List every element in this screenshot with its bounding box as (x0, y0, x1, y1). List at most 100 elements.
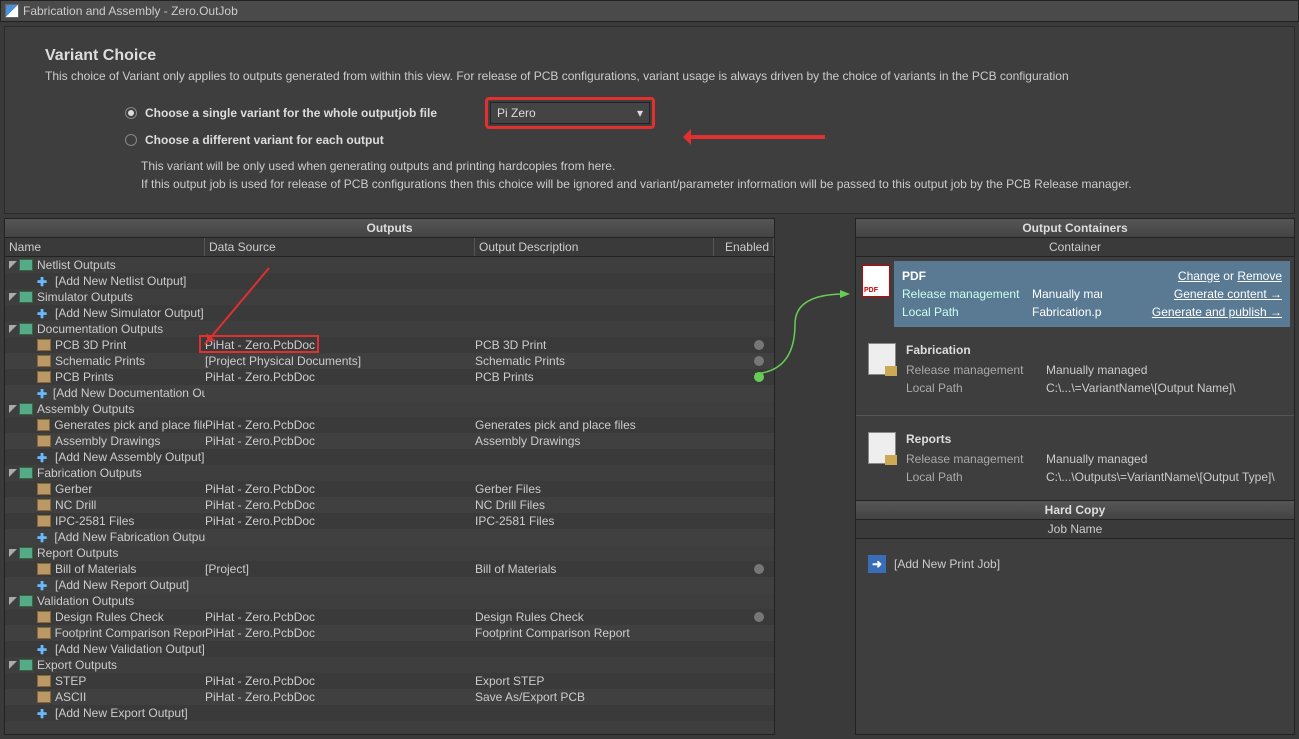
document-icon (37, 355, 51, 367)
output-row[interactable]: Footprint Comparison ReportPiHat - Zero.… (5, 625, 774, 641)
add-export[interactable]: [Add New Export Output] (55, 706, 188, 720)
group-fabrication[interactable]: Fabrication Outputs (37, 466, 142, 480)
add-fabrication[interactable]: [Add New Fabrication Output] (54, 530, 205, 544)
expand-icon[interactable] (9, 661, 17, 669)
expand-icon[interactable] (9, 549, 17, 557)
output-row[interactable]: Bill of Materials[Project]Bill of Materi… (5, 561, 774, 577)
enabled-toggle[interactable] (754, 612, 764, 622)
output-ds: PiHat - Zero.PcbDoc (205, 610, 475, 624)
output-row[interactable]: STEPPiHat - Zero.PcbDocExport STEP (5, 673, 774, 689)
expand-icon[interactable] (9, 261, 17, 269)
output-desc: Export STEP (475, 674, 772, 688)
expand-icon[interactable] (9, 469, 17, 477)
col-description[interactable]: Output Description (475, 238, 714, 256)
remove-link[interactable]: Remove (1237, 269, 1282, 283)
output-row[interactable]: NC DrillPiHat - Zero.PcbDocNC Drill File… (5, 497, 774, 513)
output-row[interactable]: IPC-2581 FilesPiHat - Zero.PcbDocIPC-258… (5, 513, 774, 529)
add-documentation[interactable]: [Add New Documentation Output] (53, 386, 205, 400)
folder-icon (19, 259, 33, 271)
radio-single-variant-label: Choose a single variant for the whole ou… (145, 106, 437, 120)
add-validation[interactable]: [Add New Validation Output] (55, 642, 205, 656)
folder-icon (19, 291, 33, 303)
group-assembly[interactable]: Assembly Outputs (37, 402, 134, 416)
document-icon (37, 691, 51, 703)
folder-icon (19, 659, 33, 671)
expand-icon[interactable] (9, 293, 17, 301)
group-netlist[interactable]: Netlist Outputs (37, 258, 116, 272)
output-desc: Save As/Export PCB (475, 690, 772, 704)
arrow-right-icon: ➜ (868, 555, 886, 573)
add-report[interactable]: [Add New Report Output] (55, 578, 189, 592)
expand-icon[interactable] (9, 405, 17, 413)
document-icon (37, 563, 51, 575)
container-fabrication[interactable]: Fabrication Release managementManually m… (860, 335, 1290, 407)
add-simulator[interactable]: [Add New Simulator Output] (55, 306, 204, 320)
add-print-job[interactable]: ➜ [Add New Print Job] (856, 539, 1294, 589)
container-reports[interactable]: Reports Release managementManually manag… (860, 424, 1290, 496)
col-enabled[interactable]: Enabled (714, 238, 774, 256)
document-icon (37, 419, 50, 431)
output-name: Footprint Comparison Report (55, 626, 205, 640)
generate-content-link[interactable]: Generate content → (1152, 287, 1282, 301)
add-print-job-label: [Add New Print Job] (894, 557, 1000, 571)
or-text: or (1223, 269, 1234, 283)
group-report[interactable]: Report Outputs (37, 546, 118, 560)
group-export[interactable]: Export Outputs (37, 658, 117, 672)
outputs-body[interactable]: Netlist Outputs ✚ [Add New Netlist Output… (5, 257, 774, 734)
output-row[interactable]: PCB 3D PrintPiHat - Zero.PcbDocPCB 3D Pr… (5, 337, 774, 353)
output-row[interactable]: GerberPiHat - Zero.PcbDocGerber Files (5, 481, 774, 497)
output-row[interactable]: PCB PrintsPiHat - Zero.PcbDocPCB Prints (5, 369, 774, 385)
window-titlebar: Fabrication and Assembly - Zero.OutJob (0, 0, 1299, 22)
outputs-panel-title: Outputs (5, 219, 774, 238)
container-pdf[interactable]: PDF Release managementManually managed L… (894, 261, 1290, 327)
output-desc: PCB Prints (475, 370, 712, 384)
group-simulator[interactable]: Simulator Outputs (37, 290, 133, 304)
pdf-title: PDF (902, 269, 1142, 283)
output-desc: Gerber Files (475, 482, 772, 496)
expand-icon[interactable] (9, 325, 17, 333)
document-icon (37, 435, 51, 447)
folder-icon (19, 323, 33, 335)
output-row[interactable]: Schematic Prints[Project Physical Docume… (5, 353, 774, 369)
expand-icon[interactable] (9, 597, 17, 605)
document-icon (37, 611, 51, 623)
add-netlist[interactable]: [Add New Netlist Output] (55, 274, 186, 288)
output-row[interactable]: ASCIIPiHat - Zero.PcbDocSave As/Export P… (5, 689, 774, 705)
col-datasource[interactable]: Data Source (205, 238, 475, 256)
output-desc: IPC-2581 Files (475, 514, 772, 528)
radio-single-variant[interactable] (125, 107, 137, 119)
add-icon: ✚ (37, 643, 51, 655)
variant-dropdown-value: Pi Zero (497, 106, 536, 120)
radio-per-output-variant[interactable] (125, 134, 137, 146)
fab-lp-value: C:\...\=VariantName\[Output Name]\ (1046, 381, 1236, 395)
output-containers-panel: Output Containers Container PDF Release … (855, 218, 1295, 735)
group-documentation[interactable]: Documentation Outputs (37, 322, 163, 336)
enabled-toggle[interactable] (754, 564, 764, 574)
generate-publish-link[interactable]: Generate and publish → (1152, 305, 1282, 319)
output-row[interactable]: Generates pick and place filesPiHat - Ze… (5, 417, 774, 433)
output-ds: [Project Physical Documents] (205, 354, 475, 368)
fab-rm-value: Manually managed (1046, 363, 1147, 377)
folder-icon (868, 343, 896, 375)
pdf-icon (862, 265, 890, 297)
folder-icon (19, 467, 33, 479)
change-link[interactable]: Change (1178, 269, 1220, 283)
chevron-down-icon: ▾ (637, 106, 643, 120)
pdf-rm-label: Release management (902, 287, 1032, 301)
output-desc: NC Drill Files (475, 498, 772, 512)
output-name: IPC-2581 Files (55, 514, 134, 528)
output-desc: Schematic Prints (475, 354, 712, 368)
variant-choice-panel: Variant Choice This choice of Variant on… (4, 26, 1295, 214)
hardcopy-subhead: Job Name (856, 520, 1294, 539)
group-validation[interactable]: Validation Outputs (37, 594, 134, 608)
output-row[interactable]: Design Rules CheckPiHat - Zero.PcbDocDes… (5, 609, 774, 625)
col-name[interactable]: Name (5, 238, 205, 256)
variant-note-1: This variant will be only used when gene… (141, 157, 1254, 175)
output-row[interactable]: Assembly DrawingsPiHat - Zero.PcbDocAsse… (5, 433, 774, 449)
variant-note-2: If this output job is used for release o… (141, 175, 1254, 193)
output-ds: PiHat - Zero.PcbDoc (205, 434, 475, 448)
window-title: Fabrication and Assembly - Zero.OutJob (23, 4, 238, 18)
variant-dropdown[interactable]: Pi Zero ▾ (490, 102, 650, 124)
add-assembly[interactable]: [Add New Assembly Output] (55, 450, 204, 464)
output-desc: PCB 3D Print (475, 338, 712, 352)
